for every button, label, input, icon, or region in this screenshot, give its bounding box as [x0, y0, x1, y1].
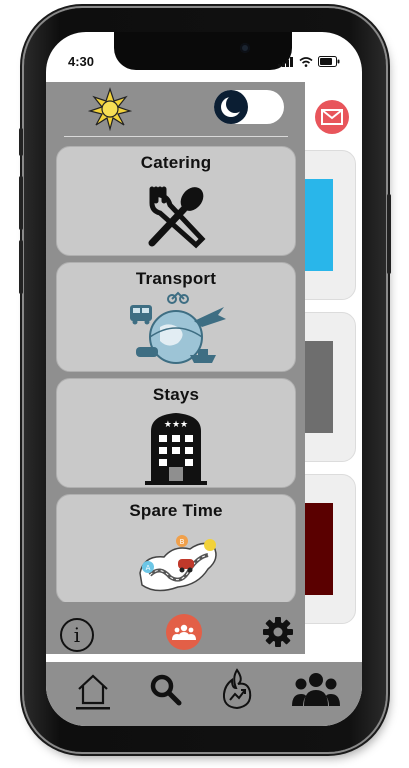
gear-icon[interactable]: [262, 616, 294, 648]
power-button: [387, 194, 391, 274]
category-title: Transport: [135, 269, 217, 288]
map-route-icon: A B: [139, 535, 217, 592]
volume-up-button: [19, 176, 23, 230]
trending-flame-icon[interactable]: [220, 668, 254, 710]
category-card-stays[interactable]: Stays ★★★: [56, 378, 296, 488]
mute-switch: [19, 128, 23, 156]
category-title: Catering: [140, 153, 212, 172]
side-drawer: Catering Transport Stays ★★★ Spare Time …: [46, 82, 305, 654]
transport-globe-icon: [130, 291, 226, 364]
group-badge[interactable]: [166, 614, 202, 650]
drawer-divider-top: [64, 136, 288, 137]
battery-icon: [318, 56, 340, 67]
mail-icon: [321, 109, 343, 125]
notch: [114, 32, 292, 70]
phone-screen: 4:30 Catering Transport Stays ★★★ Spare …: [46, 32, 362, 726]
wifi-icon: [299, 56, 313, 67]
home-icon[interactable]: [76, 672, 110, 710]
svg-text:A: A: [146, 564, 151, 572]
card-strip: [303, 503, 333, 595]
volume-down-button: [19, 240, 23, 294]
category-card-catering[interactable]: Catering: [56, 146, 296, 256]
info-icon[interactable]: i: [60, 618, 94, 652]
category-title: Spare Time: [129, 501, 223, 520]
toggle-knob: [214, 90, 248, 124]
status-icons: [278, 56, 340, 67]
svg-text:B: B: [180, 538, 185, 546]
category-title: Stays: [152, 385, 200, 404]
sun-icon[interactable]: [88, 87, 132, 131]
drawer-footer: i: [46, 602, 305, 652]
dark-mode-toggle[interactable]: [214, 90, 284, 124]
fork-spoon-icon: [148, 186, 206, 249]
bottom-navigation: [46, 662, 362, 726]
card-strip: [303, 179, 333, 271]
mail-button[interactable]: [315, 100, 349, 134]
moon-icon: [221, 95, 244, 117]
status-time: 4:30: [68, 54, 95, 69]
search-icon[interactable]: [148, 672, 182, 706]
category-card-spare-time[interactable]: Spare Time A B: [56, 494, 296, 604]
signal-icon: [278, 56, 293, 67]
category-card-transport[interactable]: Transport: [56, 262, 296, 372]
front-camera: [240, 43, 250, 53]
hotel-building-icon: ★★★: [145, 413, 207, 485]
group-icon: [172, 624, 196, 640]
card-strip: [303, 341, 333, 433]
svg-text:★★★: ★★★: [164, 420, 188, 430]
people-icon[interactable]: [292, 672, 340, 708]
